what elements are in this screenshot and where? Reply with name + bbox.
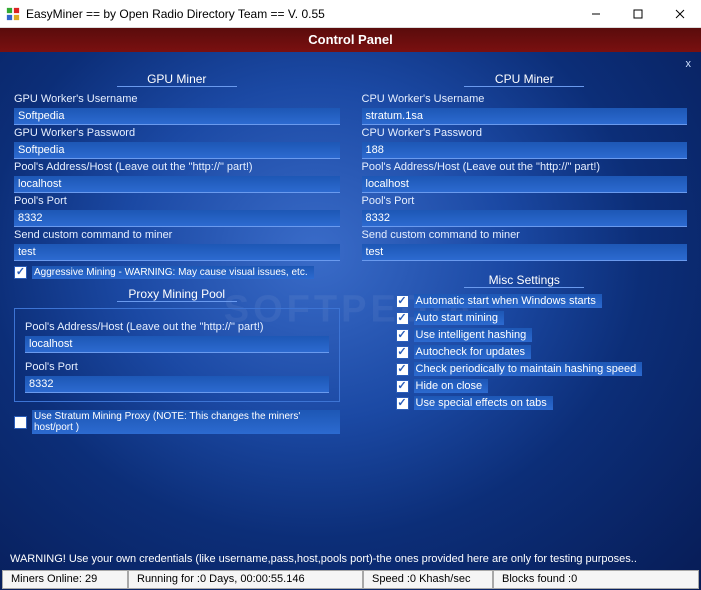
status-speed: Speed :0 Khash/sec [363,570,493,589]
aggressive-mining-label: Aggressive Mining - WARNING: May cause v… [32,266,314,279]
gpu-host-input[interactable] [14,176,340,193]
cpu-port-input[interactable] [362,210,688,227]
close-button[interactable] [659,0,701,28]
misc-hide-on-close-label: Hide on close [414,379,489,393]
panel-title: Control Panel [0,28,701,52]
misc-autostart-mining-label: Auto start mining [414,311,505,325]
misc-check-periodically-label: Check periodically to maintain hashing s… [414,362,643,376]
gpu-cmd-input[interactable] [14,244,340,261]
gpu-user-label: GPU Worker's Username [14,93,340,105]
misc-check-periodically-checkbox[interactable] [396,363,409,376]
misc-autostart-windows-checkbox[interactable] [396,295,409,308]
window-title: EasyMiner == by Open Radio Directory Tea… [26,7,575,21]
gpu-port-input[interactable] [14,210,340,227]
gpu-pass-label: GPU Worker's Password [14,127,340,139]
gpu-port-label: Pool's Port [14,195,340,207]
window-titlebar: EasyMiner == by Open Radio Directory Tea… [0,0,701,28]
proxy-port-input[interactable] [25,376,329,393]
cpu-port-label: Pool's Port [362,195,688,207]
cpu-user-input[interactable] [362,108,688,125]
proxy-section-header: Proxy Mining Pool [117,285,237,302]
gpu-cmd-label: Send custom command to miner [14,229,340,241]
misc-autocheck-updates-label: Autocheck for updates [414,345,531,359]
status-miners-online: Miners Online: 29 [2,570,128,589]
misc-autocheck-updates-checkbox[interactable] [396,346,409,359]
misc-special-effects-checkbox[interactable] [396,397,409,410]
misc-special-effects-label: Use special effects on tabs [414,396,553,410]
misc-intelligent-hashing-label: Use intelligent hashing [414,328,533,342]
cpu-host-label: Pool's Address/Host (Leave out the "http… [362,161,688,173]
warning-text: WARNING! Use your own credentials (like … [0,550,701,568]
cpu-user-label: CPU Worker's Username [362,93,688,105]
proxy-host-label: Pool's Address/Host (Leave out the "http… [25,321,329,333]
cpu-cmd-input[interactable] [362,244,688,261]
proxy-host-input[interactable] [25,336,329,353]
app-icon [6,7,20,21]
misc-autostart-mining-checkbox[interactable] [396,312,409,325]
use-stratum-checkbox[interactable] [14,416,27,429]
proxy-port-label: Pool's Port [25,361,329,373]
status-running-for: Running for :0 Days, 00:00:55.146 [128,570,363,589]
gpu-host-label: Pool's Address/Host (Leave out the "http… [14,161,340,173]
misc-hide-on-close-checkbox[interactable] [396,380,409,393]
gpu-user-input[interactable] [14,108,340,125]
misc-intelligent-hashing-checkbox[interactable] [396,329,409,342]
cpu-cmd-label: Send custom command to miner [362,229,688,241]
maximize-button[interactable] [617,0,659,28]
gpu-pass-input[interactable] [14,142,340,159]
proxy-box: Pool's Address/Host (Leave out the "http… [14,308,340,402]
aggressive-mining-checkbox[interactable] [14,266,27,279]
minimize-button[interactable] [575,0,617,28]
misc-autostart-windows-label: Automatic start when Windows starts [414,294,602,308]
status-blocks-found: Blocks found :0 [493,570,699,589]
gpu-section-header: GPU Miner [117,70,237,87]
status-bar: Miners Online: 29 Running for :0 Days, 0… [2,570,699,589]
misc-section-header: Misc Settings [464,271,584,288]
cpu-pass-input[interactable] [362,142,688,159]
cpu-host-input[interactable] [362,176,688,193]
cpu-pass-label: CPU Worker's Password [362,127,688,139]
cpu-section-header: CPU Miner [464,70,584,87]
use-stratum-label: Use Stratum Mining Proxy (NOTE: This cha… [32,410,340,434]
